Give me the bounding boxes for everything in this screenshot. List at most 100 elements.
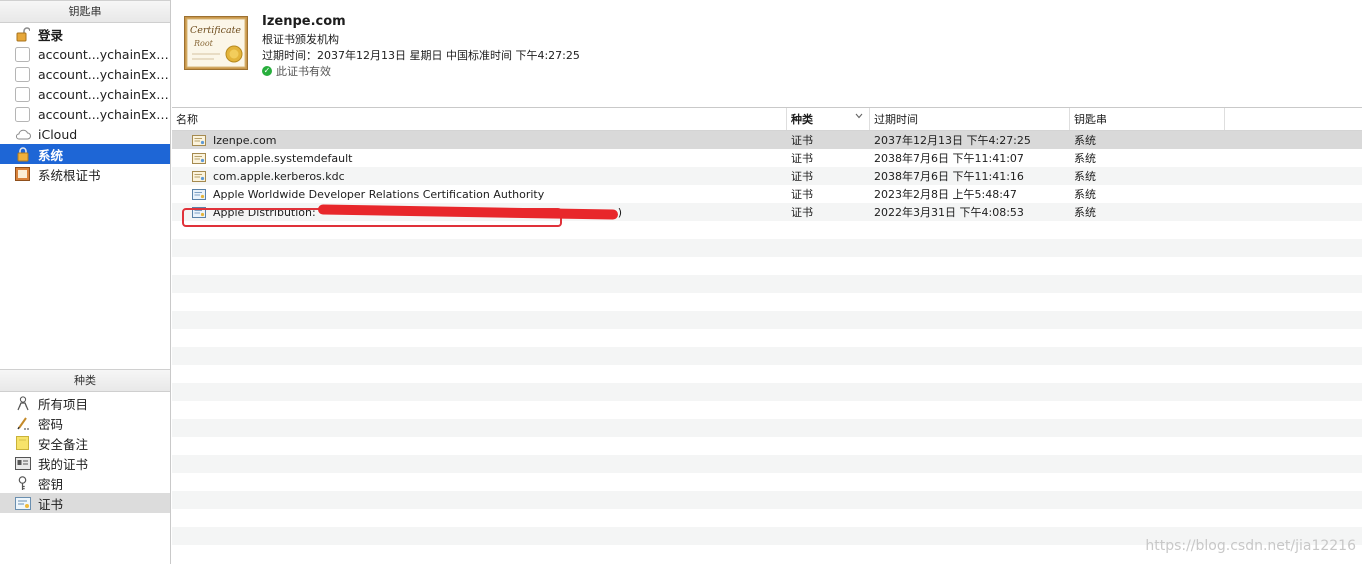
sidebar-item-label: 安全备注 <box>38 436 89 452</box>
sidebar-item-keychain[interactable]: 系统根证书 <box>0 164 170 184</box>
empty-row <box>172 491 1362 509</box>
column-header-filler <box>1225 108 1362 130</box>
column-header-name[interactable]: 名称 <box>172 108 787 130</box>
certificate-title: Izenpe.com <box>262 14 346 29</box>
lock-icon <box>14 146 31 162</box>
cell-keychain: 系统 <box>1074 170 1096 183</box>
cell-name-text: com.apple.systemdefault <box>213 151 353 165</box>
sidebar-item-keychain[interactable]: 系统 <box>0 144 170 164</box>
pencil-icon <box>14 416 31 431</box>
empty-row <box>172 437 1362 455</box>
keychain-list: 登录 account...ychainExport account...ychain… <box>0 24 170 184</box>
cabinet-icon <box>14 167 31 182</box>
blank-icon <box>14 46 31 62</box>
sidebar-item-keychain[interactable]: account...ychainExport <box>0 44 170 64</box>
table-row[interactable]: com.apple.kerberos.kdc 证书 2038年7月6日 下午11:4… <box>172 167 1362 185</box>
column-header-expires[interactable]: 过期时间 <box>870 108 1070 130</box>
sidebar-item-keychain[interactable]: 登录 <box>0 24 170 44</box>
sidebar-item-label: account...ychainExport <box>38 66 170 82</box>
chevron-down-icon <box>855 112 863 122</box>
category-list: 所有项目密码安全备注我的证书 密钥证书 <box>0 393 170 513</box>
cell-name-text: Apple Worldwide Developer Relations Cert… <box>213 187 545 201</box>
table-row[interactable]: Izenpe.com 证书 2037年12月13日 下午4:27:25 系统 <box>172 131 1362 149</box>
cell-kind: 证书 <box>791 170 813 183</box>
check-circle-icon: ✓ <box>262 66 272 76</box>
empty-row <box>172 293 1362 311</box>
certificate-thumbnail-icon: Certificate Root <box>184 16 248 70</box>
cell-keychain: 系统 <box>1074 188 1096 201</box>
certificate-icon <box>192 206 206 218</box>
sidebar-item-category[interactable]: 证书 <box>0 493 170 513</box>
cell-kind: 证书 <box>791 206 813 219</box>
sidebar-item-label: 所有项目 <box>38 396 89 412</box>
table-row[interactable]: Apple Distribution:) 证书 2022年3月31日 下午4:08:… <box>172 203 1362 221</box>
table-row[interactable]: com.apple.systemdefault 证书 2038年7月6日 下午11:… <box>172 149 1362 167</box>
keychains-header: 钥匙串 <box>0 0 170 23</box>
sidebar-item-label: 密码 <box>38 416 64 432</box>
empty-row <box>172 257 1362 275</box>
sidebar-item-label: 登录 <box>38 27 64 43</box>
sidebar-item-keychain[interactable]: account...ychainExport <box>0 64 170 84</box>
empty-row <box>172 473 1362 491</box>
cell-keychain: 系统 <box>1074 134 1096 147</box>
cell-expires: 2037年12月13日 下午4:27:25 <box>874 134 1031 147</box>
empty-row <box>172 401 1362 419</box>
sidebar-item-category[interactable]: 密钥 <box>0 473 170 493</box>
table-row[interactable]: Apple Worldwide Developer Relations Cert… <box>172 185 1362 203</box>
cell-kind: 证书 <box>791 188 813 201</box>
sidebar-item-label: 系统 <box>38 147 64 163</box>
sidebar-item-keychain[interactable]: account...ychainExport <box>0 104 170 124</box>
blank-icon <box>14 86 31 102</box>
column-header-keychain[interactable]: 钥匙串 <box>1070 108 1225 130</box>
cell-expires: 2038年7月6日 下午11:41:07 <box>874 152 1024 165</box>
empty-row <box>172 509 1362 527</box>
sidebar-item-label: 我的证书 <box>38 456 89 472</box>
empty-row <box>172 365 1362 383</box>
svg-text:Root: Root <box>193 39 214 48</box>
cell-name-text: com.apple.kerberos.kdc <box>213 169 345 183</box>
svg-text:Certificate: Certificate <box>190 25 241 36</box>
column-header-kind[interactable]: 种类 <box>787 108 870 130</box>
empty-row <box>172 383 1362 401</box>
table-header: 名称 种类 过期时间 钥匙串 <box>172 107 1362 131</box>
cell-name: com.apple.systemdefault <box>172 149 787 167</box>
empty-row <box>172 311 1362 329</box>
sidebar-item-label: account...ychainExport <box>38 106 170 122</box>
certificate-icon <box>14 496 31 511</box>
key-icon <box>14 475 31 491</box>
cell-name: com.apple.kerberos.kdc <box>172 167 787 185</box>
column-header-kind-label: 种类 <box>791 113 813 126</box>
sidebar-item-category[interactable]: 密码 <box>0 413 170 433</box>
people-icon <box>14 395 31 411</box>
cell-keychain: 系统 <box>1074 206 1096 219</box>
note-icon <box>14 436 31 451</box>
sidebar-item-label: account...ychainExport <box>38 46 170 62</box>
cell-kind: 证书 <box>791 152 813 165</box>
sidebar-item-category[interactable]: 安全备注 <box>0 433 170 453</box>
certificate-subtitle: 根证书颁发机构 <box>262 33 339 46</box>
sidebar-item-keychain[interactable]: account...ychainExport <box>0 84 170 104</box>
certificate-icon <box>192 170 206 182</box>
cell-expires: 2022年3月31日 下午4:08:53 <box>874 206 1024 219</box>
certificate-detail-panel: Certificate Root Izenpe.com 根证书颁发机构 过期时间… <box>172 0 1362 107</box>
cell-kind: 证书 <box>791 134 813 147</box>
certificate-table: 名称 种类 过期时间 钥匙串 Izenpe.com 证书 2037年12月13日 下… <box>172 107 1362 564</box>
sidebar-item-category[interactable]: 所有项目 <box>0 393 170 413</box>
sidebar-item-label: iCloud <box>38 126 78 142</box>
empty-row <box>172 221 1362 239</box>
empty-row <box>172 419 1362 437</box>
cell-name-text: Apple Distribution: <box>213 205 316 219</box>
cell-name-text: Izenpe.com <box>213 133 277 147</box>
blank-icon <box>14 66 31 82</box>
certificate-icon <box>192 188 206 200</box>
cell-name: Izenpe.com <box>172 131 787 149</box>
validity-text: 此证书有效 <box>276 65 331 78</box>
empty-row <box>172 455 1362 473</box>
sidebar-item-keychain[interactable]: iCloud <box>0 124 170 144</box>
cell-name-suffix: ) <box>617 205 622 219</box>
empty-row <box>172 275 1362 293</box>
blank-icon <box>14 106 31 122</box>
sidebar-item-label: 证书 <box>38 496 64 512</box>
sidebar-item-category[interactable]: 我的证书 <box>0 453 170 473</box>
cell-expires: 2023年2月8日 上午5:48:47 <box>874 188 1017 201</box>
